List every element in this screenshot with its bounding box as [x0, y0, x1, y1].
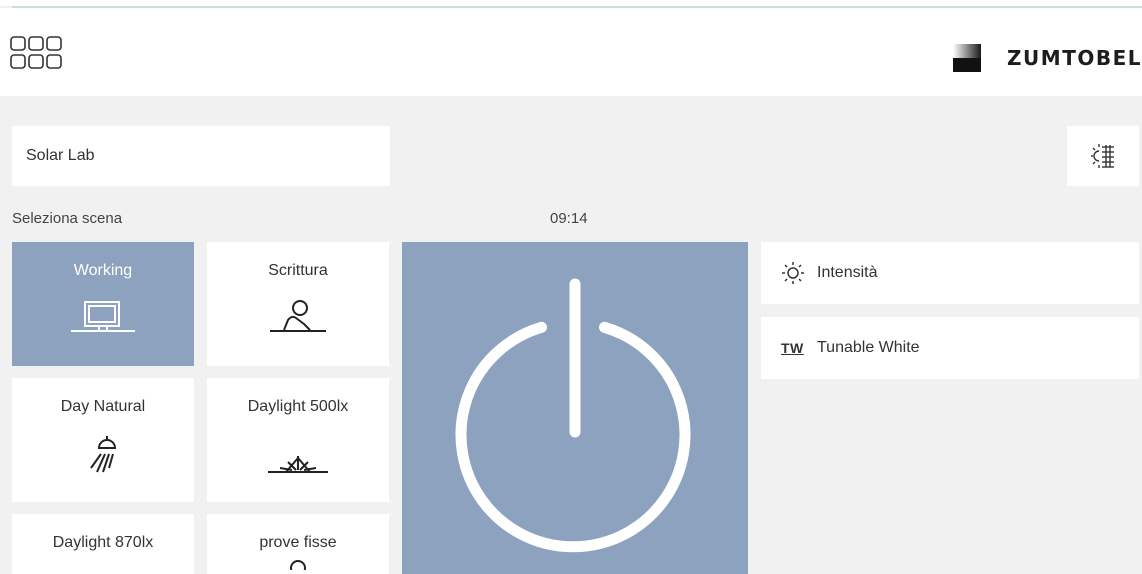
app-header: ZUMTOBEL	[0, 8, 1142, 96]
brand-name: ZUMTOBEL	[1007, 46, 1142, 70]
scene-label: Daylight 500lx	[247, 398, 349, 415]
sunrise-icon	[268, 456, 328, 473]
scene-section-label: Seleziona scena	[12, 210, 123, 227]
scene-scrittura[interactable]: Scrittura	[207, 242, 389, 366]
brand-logo: ZUMTOBEL	[953, 38, 1142, 78]
person-icon	[290, 560, 306, 570]
scene-label: Daylight 870lx	[52, 534, 154, 551]
scene-label: Day Natural	[60, 398, 146, 415]
sun-icon	[782, 262, 804, 284]
light-settings-button[interactable]	[1067, 126, 1139, 186]
power-icon	[455, 278, 691, 553]
scene-working[interactable]: Working	[12, 242, 194, 366]
tunable-white-button[interactable]: TW Tunable White	[761, 317, 1139, 379]
lamp-icon	[90, 436, 117, 473]
intensity-label: Intensità	[817, 264, 878, 281]
scene-label: Scrittura	[268, 262, 328, 279]
intensity-button[interactable]: Intensità	[761, 242, 1139, 304]
power-toggle-button[interactable]	[402, 242, 748, 574]
monitor-icon	[71, 301, 135, 332]
scene-day-natural[interactable]: Day Natural	[12, 378, 194, 502]
room-name: Solar Lab	[26, 147, 95, 164]
scene-label: prove fisse	[259, 534, 337, 551]
tunable-white-label: Tunable White	[817, 339, 920, 356]
app-grid-icon[interactable]	[10, 36, 62, 70]
top-divider	[0, 0, 1142, 8]
scene-prove-fisse[interactable]: prove fisse	[207, 514, 389, 574]
current-time: 09:14	[550, 210, 588, 227]
scene-daylight-500lx[interactable]: Daylight 500lx	[207, 378, 389, 502]
room-name-field[interactable]: Solar Lab	[12, 126, 390, 186]
light-settings-icon	[1091, 144, 1114, 168]
scene-label: Working	[73, 262, 133, 279]
person-at-desk-icon	[270, 300, 326, 332]
scene-daylight-870lx[interactable]: Daylight 870lx	[12, 514, 194, 574]
tw-icon: TW	[781, 340, 804, 356]
zumtobel-logo-icon	[953, 44, 982, 72]
